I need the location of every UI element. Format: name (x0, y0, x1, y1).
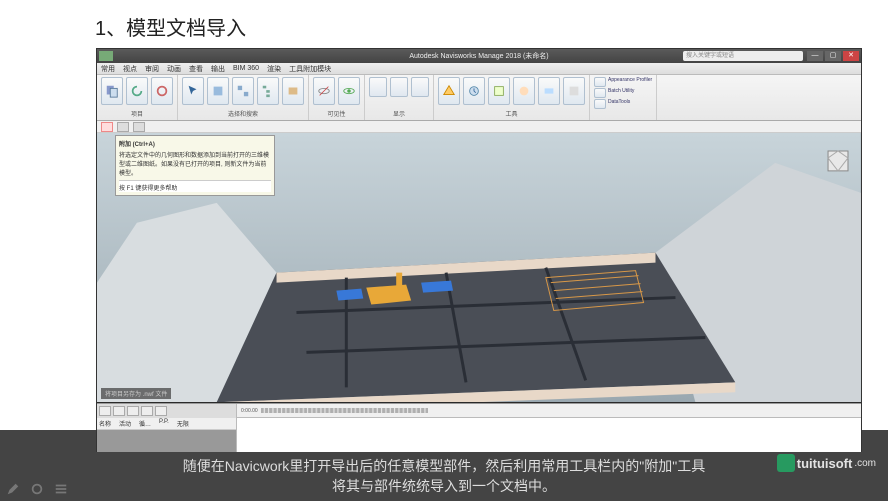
tooltip-body: 将选定文件中的几何图形和数据添加到当前打开的三维模型或二维图纸。如果没有已打开的… (119, 150, 271, 177)
window-title: Autodesk Navisworks Manage 2018 (未命名) (409, 51, 548, 61)
quick-props-button[interactable] (390, 77, 408, 97)
ribbon: 项目 选择和搜索 可见性 显示 (97, 75, 861, 121)
refresh-button[interactable] (126, 77, 148, 105)
reset-all-button[interactable] (151, 77, 173, 105)
links-button[interactable] (369, 77, 387, 97)
title-bar: Autodesk Navisworks Manage 2018 (未命名) 搜入… (97, 49, 861, 63)
ribbon-label-visibility: 可见性 (313, 109, 360, 118)
watermark-logo-icon (777, 454, 795, 472)
append-qat-button[interactable] (101, 122, 113, 132)
tab-view[interactable]: 查看 (189, 64, 203, 74)
close-button[interactable]: ✕ (843, 51, 859, 61)
datatools-button[interactable] (594, 99, 606, 109)
caption-line-2: 将其与部件统统导入到一个文档中。 (332, 476, 556, 496)
timeline-ruler[interactable]: 0:00.00 ||||||||||||||||||||||||||||||||… (237, 404, 861, 418)
animator-columns: 名称 活动 循… P.P. 无限 (97, 418, 236, 430)
menu-icon[interactable] (54, 482, 68, 496)
pen-icon[interactable] (6, 482, 20, 496)
qat-icon[interactable] (133, 122, 145, 132)
ribbon-group-project: 项目 (97, 75, 178, 120)
timeliner-button[interactable] (463, 77, 485, 105)
presenter-toolbar (6, 482, 68, 496)
anim-stop-icon[interactable] (127, 406, 139, 416)
ribbon-tabs: 常用 视点 审阅 动画 查看 输出 BIM 360 渲染 工具附加模块 (97, 63, 861, 75)
watermark-suffix: .com (854, 458, 876, 469)
anim-add-icon[interactable] (99, 406, 111, 416)
tab-animation[interactable]: 动画 (167, 64, 181, 74)
ribbon-group-select: 选择和搜索 (178, 75, 309, 120)
maximize-button[interactable]: ▢ (825, 51, 841, 61)
ribbon-label-project: 项目 (101, 109, 173, 118)
tab-addons[interactable]: 工具附加模块 (289, 64, 331, 74)
hide-button[interactable] (313, 77, 335, 105)
slide-title: 1、模型文档导入 (95, 12, 246, 41)
anim-settings-icon[interactable] (155, 406, 167, 416)
tab-home[interactable]: 常用 (101, 64, 115, 74)
batch-utility-button[interactable] (594, 88, 606, 98)
anim-record-icon[interactable] (141, 406, 153, 416)
sets-button[interactable] (282, 77, 304, 105)
append-button[interactable] (101, 77, 123, 105)
ribbon-group-extra: Appearance Profiler Batch Utility DataTo… (590, 75, 657, 120)
quantification-button[interactable] (488, 77, 510, 105)
appearance-profiler-button[interactable] (594, 77, 606, 87)
scripter-button[interactable] (563, 77, 585, 105)
animator-button[interactable] (538, 77, 560, 105)
clash-detective-button[interactable] (438, 77, 460, 105)
animator-toolbar (97, 404, 236, 418)
save-selection-button[interactable] (207, 77, 229, 105)
help-search-input[interactable]: 搜入关键字或短语 (683, 51, 803, 61)
caption-bar: 随便在Navicwork里打开导出后的任意模型部件，然后利用常用工具栏内的"附加… (0, 452, 888, 500)
caption-line-1: 随便在Navicwork里打开导出后的任意模型部件，然后利用常用工具栏内的"附加… (183, 456, 706, 476)
tooltip-hint: 按 F1 键获得更多帮助 (119, 180, 271, 192)
3d-viewport[interactable]: 附加 (Ctrl+A) 将选定文件中的几何图形和数据添加到当前打开的三维模型或二… (97, 133, 861, 403)
tab-output[interactable]: 输出 (211, 64, 225, 74)
tab-review[interactable]: 审阅 (145, 64, 159, 74)
ribbon-label-display: 显示 (369, 109, 429, 118)
tab-bim360[interactable]: BIM 360 (233, 65, 259, 72)
viewport-status: 将项目另存为 .nwf 文件 (101, 388, 171, 399)
tab-viewpoint[interactable]: 视点 (123, 64, 137, 74)
ribbon-group-tools: 工具 (434, 75, 590, 120)
qat-icon[interactable] (117, 122, 129, 132)
quick-access-toolbar (97, 121, 861, 133)
tab-render[interactable]: 渲染 (267, 64, 281, 74)
ribbon-group-display: 显示 (365, 75, 434, 120)
ribbon-group-visibility: 可见性 (309, 75, 365, 120)
pointer-icon[interactable] (30, 482, 44, 496)
tooltip-title: 附加 (Ctrl+A) (119, 139, 271, 148)
watermark: tuituisoft.com (777, 454, 876, 472)
selection-tree-button[interactable] (257, 77, 279, 105)
ribbon-label-select: 选择和搜索 (182, 109, 304, 118)
ribbon-label-tools: 工具 (438, 109, 585, 118)
select-same-button[interactable] (232, 77, 254, 105)
rendering-button[interactable] (513, 77, 535, 105)
navisworks-window: Autodesk Navisworks Manage 2018 (未命名) 搜入… (96, 48, 862, 480)
properties-button[interactable] (411, 77, 429, 97)
require-button[interactable] (338, 77, 360, 105)
anim-play-icon[interactable] (113, 406, 125, 416)
minimize-button[interactable]: — (807, 51, 823, 61)
select-button[interactable] (182, 77, 204, 105)
watermark-text: tuituisoft (797, 456, 853, 471)
append-tooltip: 附加 (Ctrl+A) 将选定文件中的几何图形和数据添加到当前打开的三维模型或二… (115, 135, 275, 196)
